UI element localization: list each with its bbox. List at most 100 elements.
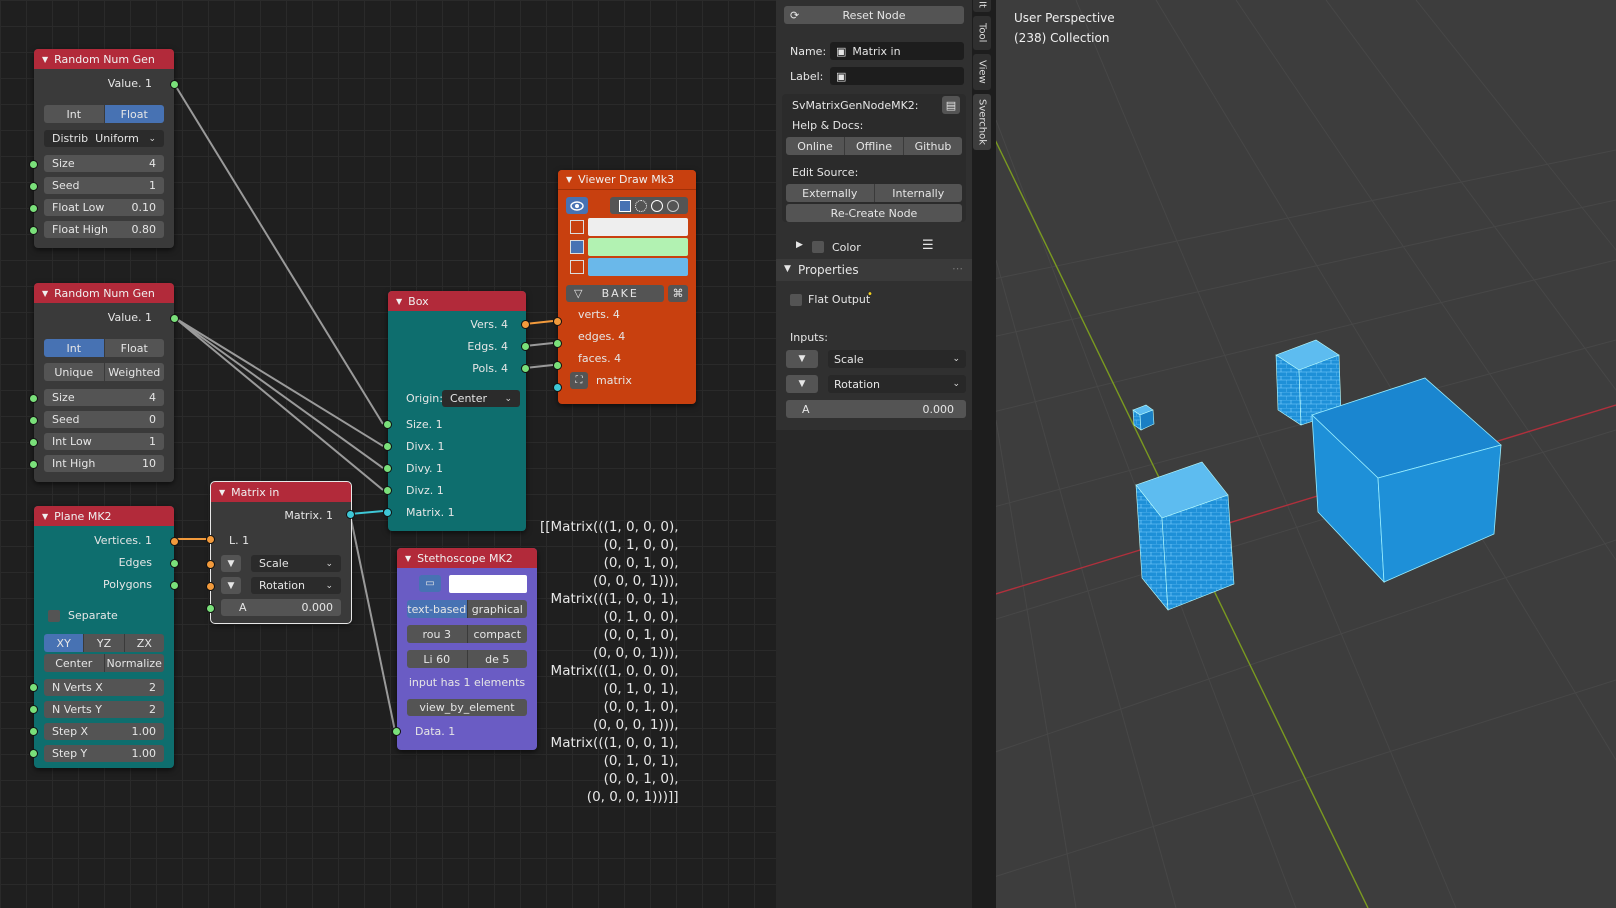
input-socket[interactable] (383, 508, 392, 517)
rotation-socket-toggle[interactable]: ▼ (786, 375, 818, 393)
node-header[interactable]: ▼ Viewer Draw Mk3 (558, 170, 696, 190)
line-depth-row[interactable]: Li 60 de 5 (407, 650, 527, 668)
docs-icon[interactable]: ▤ (942, 96, 960, 114)
normalize-button[interactable]: Normalize (104, 654, 164, 672)
input-socket[interactable] (206, 560, 215, 569)
position-toggle[interactable]: Center Normalize (44, 654, 164, 672)
float-high-field[interactable]: Float High 0.80 (44, 221, 164, 238)
output-socket[interactable] (170, 80, 179, 89)
text-based-button[interactable]: text-based (407, 600, 468, 618)
collapse-triangle-icon[interactable]: ▼ (784, 264, 791, 274)
input-socket[interactable] (29, 727, 38, 736)
a-field[interactable]: A 0.000 (786, 400, 966, 418)
axis-xy-button[interactable]: XY (44, 634, 85, 652)
input-socket[interactable] (29, 460, 38, 469)
input-socket[interactable] (553, 361, 562, 370)
input-socket[interactable] (29, 204, 38, 213)
tab-item[interactable]: It (973, 0, 991, 12)
mode-float-button[interactable]: Float (104, 105, 164, 123)
input-socket[interactable] (29, 226, 38, 235)
n-verts-x-field[interactable]: N Verts X 2 (44, 679, 164, 696)
output-socket[interactable] (170, 581, 179, 590)
scale-socket-toggle[interactable]: ▼ (786, 350, 818, 368)
collapse-triangle-icon[interactable]: ▼ (566, 175, 572, 184)
collapse-triangle-icon[interactable]: ▼ (42, 512, 48, 521)
text-color-swatch[interactable] (449, 575, 527, 593)
display-modes[interactable] (610, 197, 688, 214)
vertex-display-icon[interactable] (635, 199, 647, 212)
input-socket[interactable] (206, 535, 215, 544)
input-socket[interactable] (206, 604, 215, 613)
origin-select[interactable]: Center ⌄ (442, 390, 520, 407)
face-color-swatch[interactable] (588, 258, 688, 276)
output-socket[interactable] (521, 364, 530, 373)
graphical-button[interactable]: graphical (467, 600, 527, 618)
output-socket[interactable] (521, 342, 530, 351)
axis-yz-button[interactable]: YZ (84, 634, 125, 652)
collapse-triangle-icon[interactable]: ▼ (42, 55, 48, 64)
node-header[interactable]: ▼ Matrix in (211, 482, 351, 502)
externally-button[interactable]: Externally (786, 184, 875, 202)
separate-checkbox[interactable] (48, 610, 60, 622)
recreate-node-button[interactable]: Re-Create Node (786, 204, 962, 222)
mode-toggle[interactable]: Int Float (44, 339, 164, 357)
help-buttons[interactable]: Online Offline Github (786, 137, 962, 155)
weighted-button[interactable]: Weighted (104, 363, 164, 381)
flat-output-checkbox[interactable] (790, 294, 802, 306)
scale-select[interactable]: Scale ⌄ (828, 350, 966, 368)
input-socket[interactable] (383, 420, 392, 429)
input-socket[interactable] (553, 383, 562, 392)
sphere-display-icon[interactable] (651, 199, 663, 212)
node-plane-mk2[interactable]: ▼ Plane MK2 Vertices. 1 Edges Polygons Se… (34, 506, 174, 768)
size-field[interactable]: Size 4 (44, 389, 164, 406)
reset-node-button[interactable]: ⟳ Reset Node (784, 6, 964, 24)
offline-button[interactable]: Offline (845, 137, 904, 155)
a-field[interactable]: A 0.000 (221, 599, 341, 616)
node-header[interactable]: ▼ Random Num Gen (34, 283, 174, 303)
input-socket[interactable] (29, 705, 38, 714)
input-socket[interactable] (29, 160, 38, 169)
input-socket[interactable] (29, 416, 38, 425)
collapse-triangle-icon[interactable]: ▼ (396, 297, 402, 306)
step-y-field[interactable]: Step Y 1.00 (44, 745, 164, 762)
eye-icon[interactable] (566, 197, 588, 214)
settings-icon[interactable]: ⌘ (668, 285, 688, 302)
depth-field[interactable]: de 5 (467, 650, 527, 668)
rotation-select[interactable]: Rotation ⌄ (828, 375, 966, 393)
center-button[interactable]: Center (44, 654, 105, 672)
unique-button[interactable]: Unique (44, 363, 105, 381)
input-socket[interactable] (29, 182, 38, 191)
mode-toggle[interactable]: Int Float (44, 105, 164, 123)
rotation-select[interactable]: Rotation ⌄ (251, 577, 341, 594)
input-socket[interactable] (392, 727, 401, 736)
color-checkbox[interactable] (812, 241, 824, 253)
node-header[interactable]: ▼ Random Num Gen (34, 49, 174, 69)
edit-source-buttons[interactable]: Externally Internally (786, 184, 962, 202)
collapse-triangle-icon[interactable]: ▼ (405, 554, 411, 563)
size-field[interactable]: Size 4 (44, 155, 164, 172)
collapse-triangle-icon[interactable]: ▼ (42, 289, 48, 298)
node-box[interactable]: ▼ Box Vers. 4 Edgs. 4 Pols. 4 Origin: Cen… (388, 291, 526, 531)
output-socket[interactable] (170, 314, 179, 323)
seed-field[interactable]: Seed 1 (44, 177, 164, 194)
distrib-select[interactable]: Distrib Uniform ⌄ (44, 130, 164, 147)
output-socket[interactable] (521, 320, 530, 329)
node-header[interactable]: ▼ Stethoscope MK2 (397, 548, 537, 568)
display-mode-toggle[interactable]: text-based graphical (407, 600, 527, 618)
n-verts-y-field[interactable]: N Verts Y 2 (44, 701, 164, 718)
node-matrix-in[interactable]: ▼ Matrix in Matrix. 1 L. 1 ▼ Scale ⌄ ▼ Rot… (210, 481, 352, 624)
bake-button[interactable]: ▽ BAKE (566, 285, 664, 302)
tab-sverchok[interactable]: Sverchok (973, 94, 991, 150)
link-display-icon[interactable] (667, 199, 679, 212)
input-socket[interactable] (29, 749, 38, 758)
input-socket[interactable] (206, 582, 215, 591)
int-low-field[interactable]: Int Low 1 (44, 433, 164, 450)
input-socket[interactable] (29, 438, 38, 447)
node-editor[interactable]: ▼ Random Num Gen Value. 1 Int Float Distr… (0, 0, 776, 908)
label-field[interactable]: ▣ (830, 67, 964, 85)
input-socket[interactable] (553, 339, 562, 348)
line-count-field[interactable]: Li 60 (407, 650, 468, 668)
tab-view[interactable]: View (973, 54, 991, 90)
node-random-num-gen-2[interactable]: ▼ Random Num Gen Value. 1 Int Float Uniqu… (34, 283, 174, 482)
seed-field[interactable]: Seed 0 (44, 411, 164, 428)
